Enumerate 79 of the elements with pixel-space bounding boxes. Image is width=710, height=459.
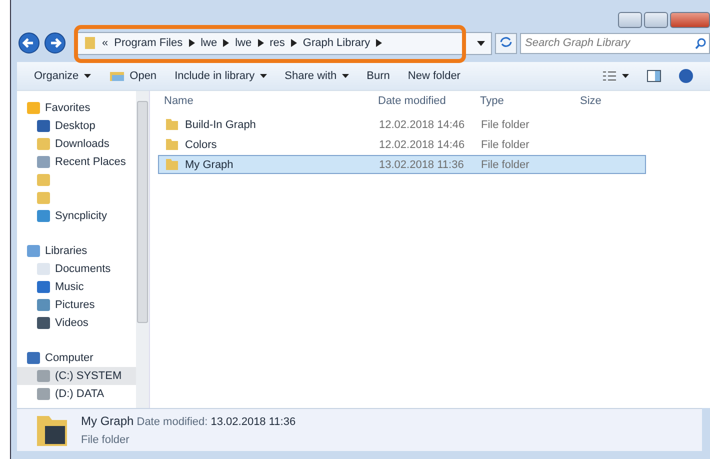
toolbar-button[interactable]: Open: [102, 68, 164, 84]
file-row[interactable]: My Graph 13.02.2018 11:36 File folder: [158, 155, 646, 174]
sidebar-item[interactable]: (D:) DATA: [17, 385, 136, 403]
folder-icon: [165, 118, 179, 131]
caret-right-icon: [290, 39, 297, 47]
column-header[interactable]: Type: [480, 95, 580, 107]
sidebar-item[interactable]: Documents: [17, 260, 136, 278]
group-icon: [27, 245, 40, 257]
item-icon: [37, 388, 50, 400]
item-icon: [37, 281, 50, 293]
search-icon: [695, 38, 706, 48]
item-icon: [37, 370, 50, 382]
group-icon: [27, 102, 40, 114]
toolbar-button[interactable]: Include in library: [168, 68, 274, 84]
caret-right-icon: [258, 39, 264, 47]
back-button[interactable]: [17, 32, 40, 54]
caret-right-icon: [376, 39, 382, 47]
date-label: Date modified:: [136, 416, 208, 428]
overflow-chevron[interactable]: «: [102, 37, 108, 49]
address-bar[interactable]: « Program Files lwe lwe res Graph Library: [77, 32, 492, 54]
pane-icon: [647, 70, 661, 82]
help-icon: [679, 69, 693, 83]
sidebar-group[interactable]: Favorites: [17, 99, 136, 117]
toolbar-button[interactable]: Share with: [278, 68, 356, 84]
folder-icon: [108, 70, 125, 82]
sidebar-item[interactable]: Recent Places: [17, 153, 136, 171]
caret-down-icon: [84, 74, 91, 78]
toolbar-button[interactable]: Burn: [360, 68, 397, 84]
folder-icon: [84, 36, 96, 50]
folder-icon: [165, 158, 179, 171]
item-icon: [37, 317, 50, 329]
caret-right-icon: [223, 39, 230, 47]
breadcrumb[interactable]: Program Files: [114, 37, 183, 49]
item-icon: [37, 192, 50, 204]
breadcrumb[interactable]: Graph Library: [302, 37, 370, 49]
close-button[interactable]: [670, 12, 710, 28]
refresh-icon: [499, 36, 513, 48]
group-icon: [27, 352, 40, 364]
sidebar-item[interactable]: Videos: [17, 314, 136, 332]
item-icon: [37, 138, 50, 150]
date-value: 13.02.2018 11:36: [210, 416, 296, 428]
column-header[interactable]: Name: [158, 95, 378, 107]
sidebar-item[interactable]: Music: [17, 278, 136, 296]
breadcrumb[interactable]: lwe: [200, 37, 218, 49]
file-row[interactable]: Colors 12.02.2018 14:46 File folder: [158, 135, 646, 154]
caret-down-icon: [342, 74, 349, 78]
sidebar-group[interactable]: Computer: [17, 349, 136, 367]
search-field[interactable]: Search Graph Library: [520, 32, 710, 54]
item-icon: [37, 174, 50, 186]
sidebar-item[interactable]: Desktop: [17, 117, 136, 135]
breadcrumb[interactable]: res: [270, 37, 285, 49]
scrollbar[interactable]: [136, 91, 149, 408]
selected-name: My Graph: [81, 414, 134, 428]
item-icon: [37, 120, 50, 132]
column-header[interactable]: Date modified: [378, 95, 480, 107]
item-icon: [37, 299, 50, 311]
forward-button[interactable]: [43, 32, 66, 54]
toolbar-button[interactable]: New folder: [400, 68, 468, 84]
item-icon: [37, 156, 50, 168]
caret-down-icon: [477, 40, 485, 46]
refresh-button[interactable]: [495, 32, 517, 54]
sidebar-item[interactable]: (C:) SYSTEM: [17, 367, 136, 385]
caret-down-icon: [260, 74, 267, 78]
sidebar-item[interactable]: Pictures: [17, 296, 136, 314]
sidebar-item[interactable]: Downloads: [17, 135, 136, 153]
caret-right-icon: [188, 39, 195, 47]
column-header[interactable]: Size: [580, 95, 640, 107]
sidebar-group[interactable]: Libraries: [17, 242, 136, 260]
toolbar-button[interactable]: Organize: [27, 68, 98, 84]
minimize-button[interactable]: [618, 12, 642, 28]
sidebar-item[interactable]: Syncplicity: [17, 207, 136, 225]
item-icon: [37, 210, 50, 222]
maximize-button[interactable]: [644, 12, 668, 28]
item-icon: [37, 263, 50, 275]
view-list-icon: [603, 71, 629, 81]
folder-icon: [165, 138, 179, 151]
breadcrumb[interactable]: lwe: [235, 37, 252, 49]
file-row[interactable]: Build-In Graph 12.02.2018 14:46 File folder: [158, 115, 646, 134]
item-type: File folder: [81, 434, 130, 446]
